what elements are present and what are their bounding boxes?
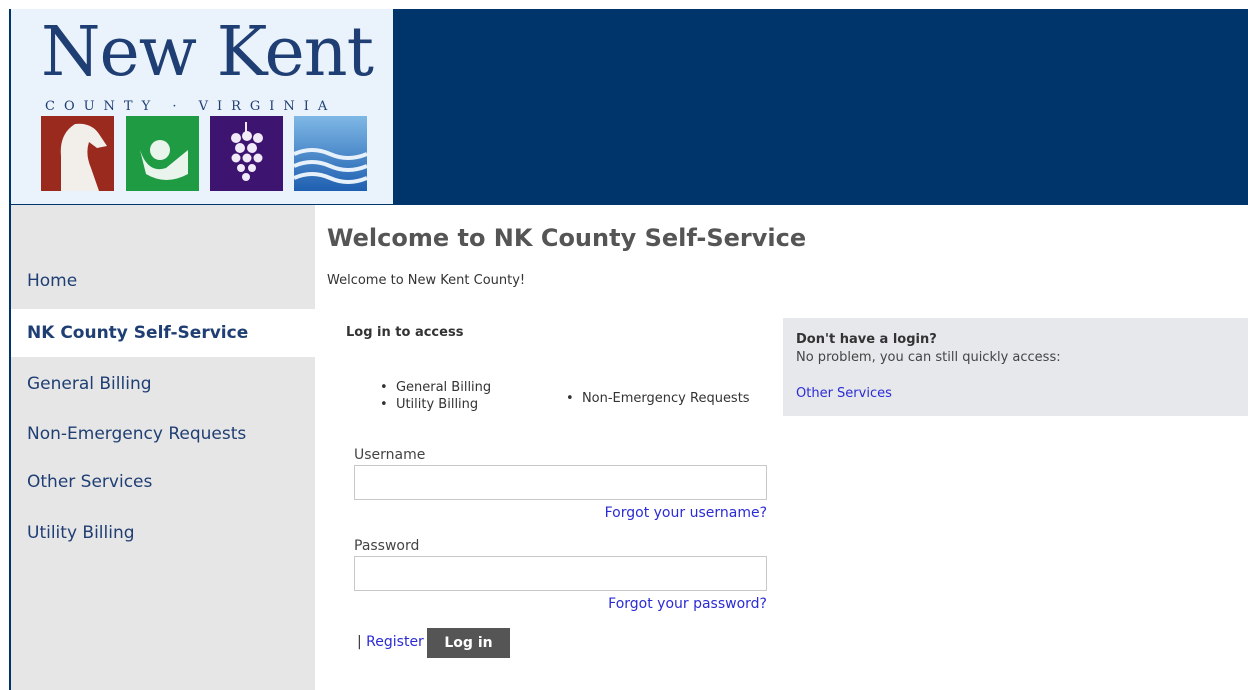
separator: | (357, 634, 362, 650)
logo-subtitle: COUNTY · VIRGINIA (45, 99, 337, 114)
list-item-label: General Billing (395, 380, 492, 395)
sidebar-item-non-emergency-requests[interactable]: Non-Emergency Requests (11, 410, 315, 458)
sidebar-item-other-services[interactable]: Other Services (11, 458, 315, 506)
list-item-label: Utility Billing (395, 397, 479, 412)
register-link[interactable]: Register (366, 634, 424, 650)
no-login-text: No problem, you can still quickly access… (796, 350, 1061, 365)
login-heading: Log in to access (346, 325, 464, 340)
sidebar-item-home[interactable]: Home (11, 257, 315, 305)
list-item: • Utility Billing (380, 397, 479, 412)
access-list-col2: • Non-Emergency Requests (566, 390, 750, 407)
list-item: • General Billing (380, 380, 492, 395)
list-item: • Non-Emergency Requests (566, 391, 750, 406)
welcome-text: Welcome to New Kent County! (327, 273, 526, 288)
no-login-heading: Don't have a login? (796, 332, 937, 347)
password-field[interactable] (354, 556, 767, 591)
horse-icon (41, 116, 114, 191)
sidebar-nav: Home NK County Self-Service General Bill… (11, 205, 315, 690)
golf-icon (126, 116, 199, 191)
sidebar-item-nk-county-self-service[interactable]: NK County Self-Service (11, 309, 315, 357)
page-title: Welcome to NK County Self-Service (327, 224, 807, 252)
list-item-label: Non-Emergency Requests (581, 391, 750, 406)
register-row: | Register (357, 634, 424, 650)
county-logo[interactable]: New Kent COUNTY · VIRGINIA (11, 9, 393, 204)
water-icon (294, 116, 367, 191)
forgot-username-link[interactable]: Forgot your username? (605, 505, 767, 521)
login-button[interactable]: Log in (427, 628, 510, 658)
grapes-icon (210, 116, 283, 191)
password-label: Password (354, 538, 420, 554)
access-list-col1: • General Billing • Utility Billing (380, 379, 491, 413)
other-services-link[interactable]: Other Services (796, 386, 892, 401)
sidebar-item-general-billing[interactable]: General Billing (11, 360, 315, 408)
sidebar-item-utility-billing[interactable]: Utility Billing (11, 509, 315, 557)
username-label: Username (354, 447, 426, 463)
username-field[interactable] (354, 465, 767, 500)
logo-title: New Kent (41, 13, 374, 92)
forgot-password-link[interactable]: Forgot your password? (608, 596, 767, 612)
no-login-panel: Don't have a login? No problem, you can … (783, 318, 1248, 416)
